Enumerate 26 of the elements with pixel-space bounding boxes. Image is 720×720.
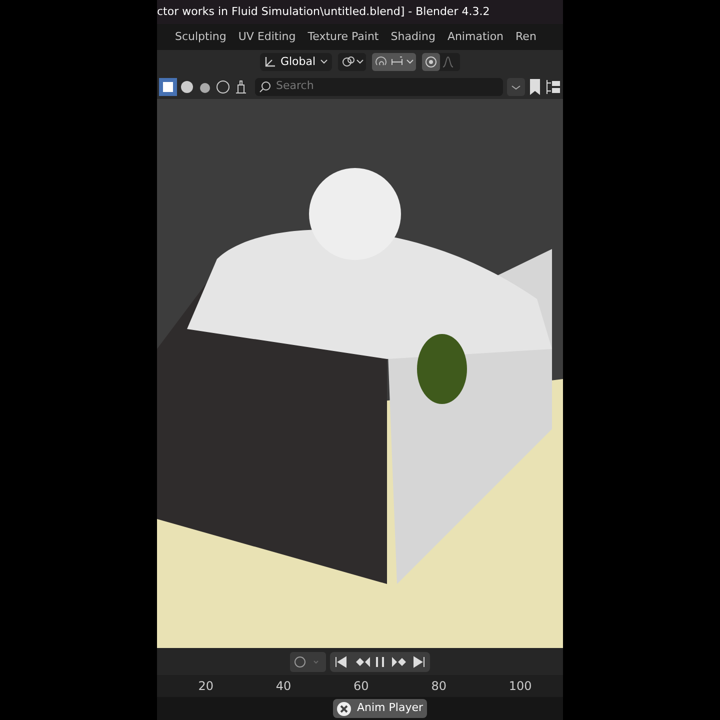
filter-dropdown[interactable] bbox=[507, 78, 525, 96]
anim-player-button[interactable]: Anim Player bbox=[333, 699, 427, 718]
proportional-editing-toggle[interactable] bbox=[422, 53, 460, 71]
frame-number: 20 bbox=[198, 678, 214, 695]
auto-keying-toggle[interactable] bbox=[290, 652, 326, 672]
frame-number: 40 bbox=[276, 678, 292, 695]
bookmark-icon[interactable] bbox=[529, 78, 541, 94]
search-icon bbox=[259, 80, 271, 92]
caret-icon bbox=[320, 59, 328, 65]
workspace-tab[interactable]: Sculpting bbox=[171, 26, 230, 48]
workspace-tab[interactable]: UV Editing bbox=[234, 26, 300, 48]
search-field[interactable]: Search bbox=[255, 78, 503, 96]
pivot-dropdown[interactable] bbox=[338, 53, 366, 71]
workspace-tab[interactable]: Texture Paint bbox=[304, 26, 383, 48]
workspace-tab[interactable]: Ren bbox=[512, 26, 540, 48]
workspace-tab[interactable]: Shading bbox=[386, 26, 440, 48]
workspace-tab[interactable]: Animation bbox=[443, 26, 508, 48]
snap-toggle[interactable] bbox=[372, 53, 416, 71]
window-title: ctor works in Fluid Simulation\untitled.blend] - Blender 4.3.2 bbox=[157, 4, 490, 20]
frame-number: 60 bbox=[354, 678, 369, 695]
transform-orientation-dropdown[interactable]: Global bbox=[260, 53, 332, 71]
outliner-icon[interactable] bbox=[545, 78, 561, 94]
axes-icon bbox=[264, 56, 276, 68]
frame-number: 100 bbox=[508, 678, 532, 695]
frame-number: 80 bbox=[431, 678, 446, 695]
close-icon bbox=[337, 702, 351, 716]
